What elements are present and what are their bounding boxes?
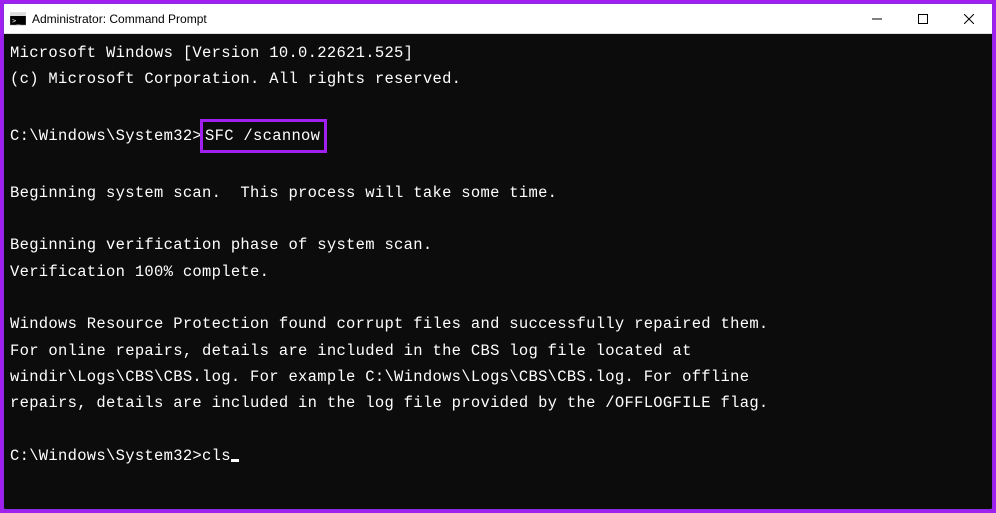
command-highlight: SFC /scannow: [200, 119, 327, 153]
begin-scan-line: Beginning system scan. This process will…: [10, 184, 557, 202]
verify-complete-line: Verification 100% complete.: [10, 263, 269, 281]
prompt-path: C:\Windows\System32>: [10, 127, 202, 145]
app-icon: >_: [10, 11, 26, 27]
cls-command: cls: [202, 447, 231, 465]
window-controls: [854, 4, 992, 33]
cursor: [231, 459, 239, 462]
result-block: Windows Resource Protection found corrup…: [10, 315, 769, 412]
close-button[interactable]: [946, 4, 992, 33]
window-title: Administrator: Command Prompt: [32, 12, 854, 26]
titlebar[interactable]: >_ Administrator: Command Prompt: [4, 4, 992, 34]
sfc-command: SFC /scannow: [205, 127, 320, 145]
maximize-button[interactable]: [900, 4, 946, 33]
command-prompt-window: >_ Administrator: Command Prompt Microso…: [3, 3, 993, 510]
minimize-button[interactable]: [854, 4, 900, 33]
terminal-output[interactable]: Microsoft Windows [Version 10.0.22621.52…: [4, 34, 992, 509]
copyright-line: (c) Microsoft Corporation. All rights re…: [10, 70, 461, 88]
begin-verify-line: Beginning verification phase of system s…: [10, 236, 432, 254]
svg-text:>_: >_: [12, 17, 21, 25]
version-line: Microsoft Windows [Version 10.0.22621.52…: [10, 44, 413, 62]
prompt-path: C:\Windows\System32>: [10, 447, 202, 465]
